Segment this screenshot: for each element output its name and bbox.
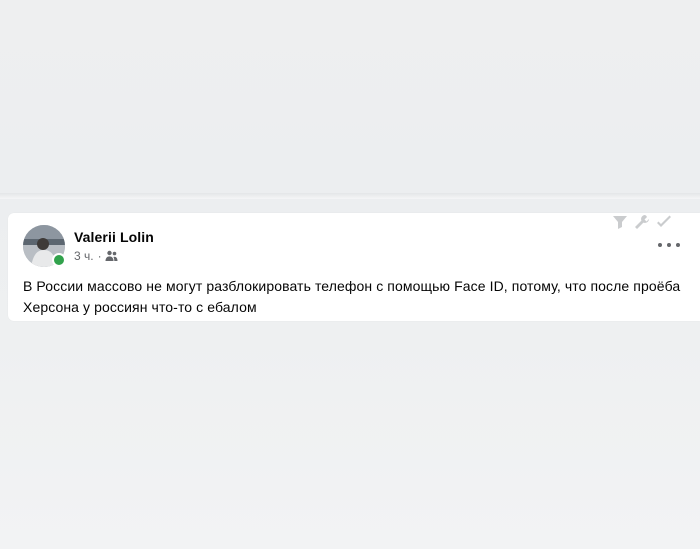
- author-avatar[interactable]: [23, 225, 66, 267]
- more-dot: [667, 243, 671, 247]
- author-name[interactable]: Valerii Lolin: [74, 229, 154, 245]
- friends-icon[interactable]: [105, 250, 118, 262]
- checkmark-icon[interactable]: [656, 214, 672, 230]
- post-meta: 3 ч. ·: [74, 249, 118, 263]
- more-dots-icon: [658, 243, 662, 247]
- feed-divider: [0, 193, 700, 199]
- post-body-text: В России массово не могут разблокировать…: [23, 278, 681, 315]
- page: Valerii Lolin 3 ч. · В России массово не…: [0, 0, 700, 549]
- post-card: Valerii Lolin 3 ч. · В России массово не…: [8, 213, 700, 321]
- more-dot: [676, 243, 680, 247]
- post-options-button[interactable]: [658, 241, 680, 249]
- post-timestamp[interactable]: 3 ч.: [74, 249, 94, 263]
- meta-separator: ·: [97, 249, 102, 263]
- extension-toolbar: [612, 214, 672, 230]
- filter-icon[interactable]: [612, 214, 628, 230]
- wrench-icon[interactable]: [634, 214, 650, 230]
- online-status-dot: [52, 253, 66, 267]
